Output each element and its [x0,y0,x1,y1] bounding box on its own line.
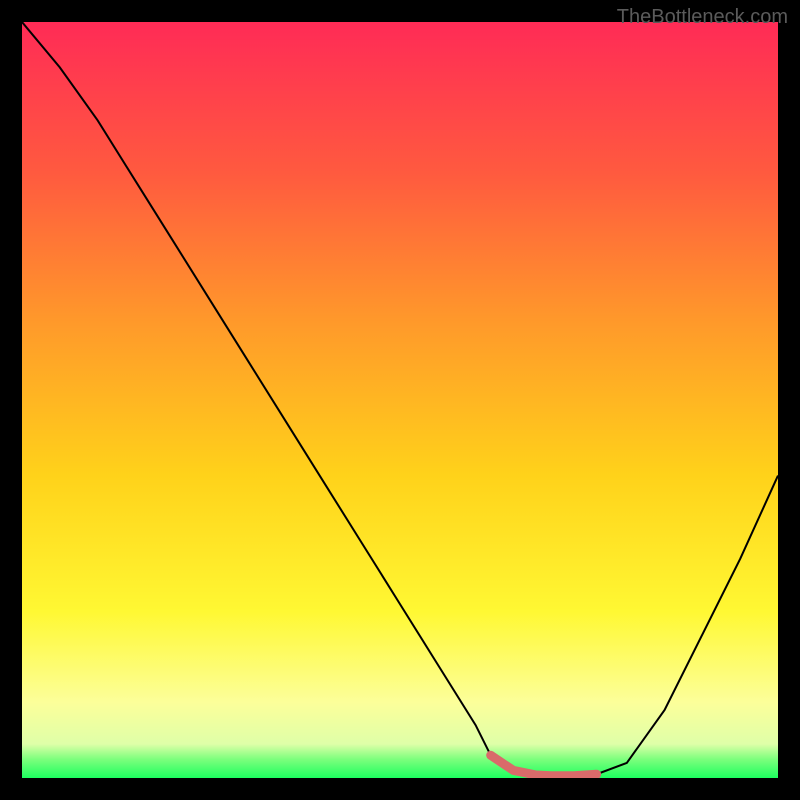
chart-svg [22,22,778,778]
watermark-text: TheBottleneck.com [617,6,788,29]
gradient-background [22,22,778,778]
chart-plot-area [22,22,778,778]
